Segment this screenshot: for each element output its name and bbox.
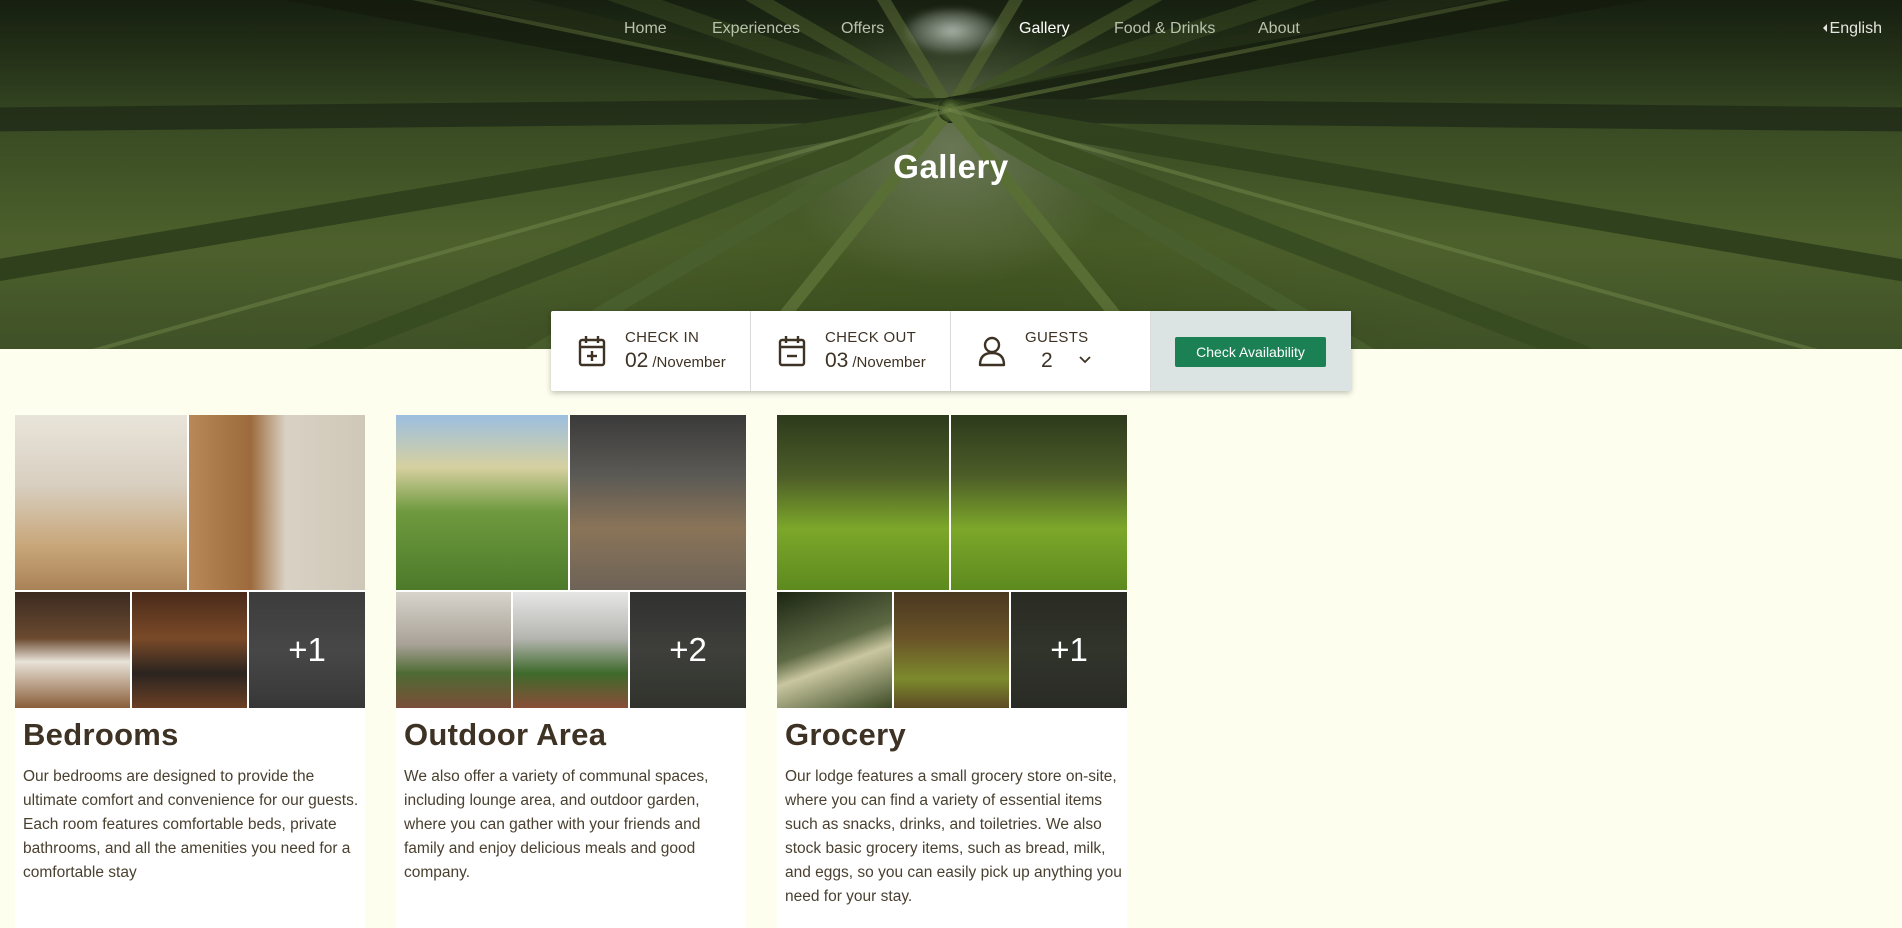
nav-about[interactable]: About [1258, 20, 1300, 38]
check-in-value: 02/November [625, 349, 726, 373]
language-label: English [1829, 20, 1882, 37]
gallery-photo[interactable] [396, 415, 568, 590]
gallery-photo-more[interactable]: +1 [249, 592, 365, 708]
chevron-down-icon[interactable] [1079, 356, 1091, 364]
more-photos-count: +2 [630, 592, 746, 708]
gallery-photo[interactable] [951, 415, 1127, 590]
gallery-photo[interactable] [15, 592, 130, 708]
nav-home[interactable]: Home [624, 20, 667, 38]
check-out-value: 03/November [825, 349, 926, 373]
gallery-photo[interactable] [894, 592, 1009, 708]
booking-bar: CHECK IN 02/November CHECK OUT 03/Novemb… [551, 311, 1351, 391]
gallery-photo[interactable] [777, 415, 949, 590]
hero-banner: Home Experiences Offers Gallery Food & D… [0, 0, 1902, 349]
card-description: Our lodge features a small grocery store… [785, 768, 1122, 905]
gallery-photo[interactable] [15, 415, 187, 590]
gallery-photo[interactable] [132, 592, 247, 708]
check-in-field[interactable]: CHECK IN 02/November [551, 311, 751, 391]
gallery-card-grocery[interactable]: +1 Grocery Our lodge features a small gr… [777, 415, 1127, 928]
gallery-photo[interactable] [396, 592, 511, 708]
more-photos-count: +1 [249, 592, 365, 708]
more-photos-count: +1 [1011, 592, 1127, 708]
nav-offers[interactable]: Offers [841, 20, 884, 38]
check-out-month: /November [852, 354, 926, 371]
card-description: Our bedrooms are designed to provide the… [23, 768, 359, 881]
gallery-photo-more[interactable]: +2 [630, 592, 746, 708]
main-nav: Home Experiences Offers Gallery Food & D… [0, 8, 1902, 54]
check-in-month: /November [652, 354, 726, 371]
nav-food-drinks[interactable]: Food & Drinks [1114, 20, 1215, 38]
language-selector[interactable]: English [1822, 20, 1882, 38]
page-title: Gallery [893, 148, 1009, 185]
calendar-minus-icon [778, 336, 806, 367]
nav-experiences[interactable]: Experiences [712, 20, 800, 38]
caret-left-icon [1822, 24, 1827, 32]
gallery-photo[interactable] [777, 592, 892, 708]
gallery-photo[interactable] [189, 415, 365, 590]
gallery-photo[interactable] [513, 592, 628, 708]
guests-field[interactable]: GUESTS 2 [951, 311, 1151, 391]
guests-value: 2 [1041, 349, 1053, 372]
check-out-field[interactable]: CHECK OUT 03/November [751, 311, 951, 391]
guests-label: GUESTS [1025, 329, 1089, 346]
check-availability-button[interactable]: Check Availability [1175, 337, 1326, 367]
card-title: Grocery [785, 717, 906, 752]
nav-gallery[interactable]: Gallery [1019, 20, 1070, 38]
check-in-label: CHECK IN [625, 329, 700, 346]
card-title: Outdoor Area [404, 717, 607, 752]
check-out-day: 03 [825, 349, 849, 372]
gallery-card-bedrooms[interactable]: +1 Bedrooms Our bedrooms are designed to… [15, 415, 365, 928]
card-description: We also offer a variety of communal spac… [404, 768, 709, 881]
gallery-photo[interactable] [570, 415, 746, 590]
card-title: Bedrooms [23, 717, 179, 752]
nav-redacted-item[interactable] [904, 8, 1000, 54]
user-icon [978, 336, 1006, 367]
check-in-day: 02 [625, 349, 649, 372]
check-availability-panel: Check Availability [1151, 311, 1351, 391]
gallery-card-outdoor-area[interactable]: +2 Outdoor Area We also offer a variety … [396, 415, 746, 928]
gallery-photo-more[interactable]: +1 [1011, 592, 1127, 708]
calendar-plus-icon [578, 336, 606, 367]
check-out-label: CHECK OUT [825, 329, 917, 346]
